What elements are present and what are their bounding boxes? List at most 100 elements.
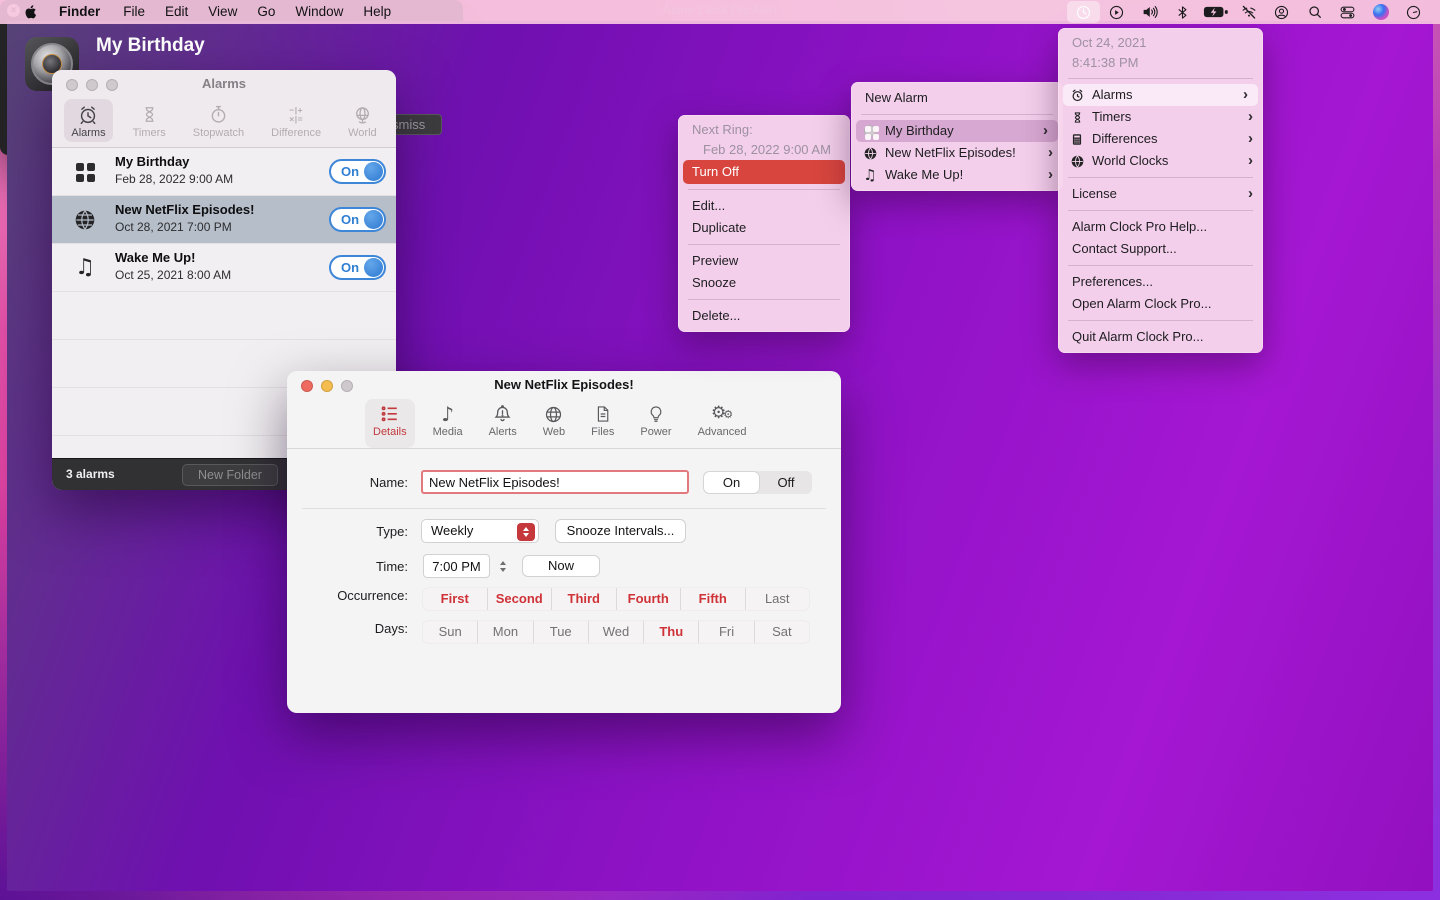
menu-item-turn-off[interactable]: Turn Off <box>683 160 845 184</box>
day-sat[interactable]: Sat <box>755 621 809 643</box>
alarm-toggle[interactable]: On <box>329 159 386 184</box>
siri-menu-extra[interactable] <box>1364 1 1397 23</box>
zoom-button[interactable] <box>106 79 118 91</box>
day-mon[interactable]: Mon <box>478 621 533 643</box>
zoom-button[interactable] <box>341 380 353 392</box>
day-thu[interactable]: Thu <box>644 621 699 643</box>
menu-go[interactable]: Go <box>247 0 285 24</box>
apple-menu[interactable] <box>16 3 46 21</box>
occurrence-first[interactable]: First <box>423 588 488 610</box>
alarm-row-my-birthday[interactable]: My Birthday Feb 28, 2022 9:00 AM On <box>52 148 396 196</box>
new-alarm-menu: New Alarm My Birthday › New NetFlix Epis… <box>851 82 1063 191</box>
new-folder-button[interactable]: New Folder <box>182 464 278 486</box>
volume-menu-extra[interactable] <box>1133 1 1166 23</box>
day-tue[interactable]: Tue <box>534 621 589 643</box>
spotlight-menu-extra[interactable] <box>1298 1 1331 23</box>
play-menu-extra[interactable] <box>1100 1 1133 23</box>
menu-item-delete[interactable]: Delete... <box>678 305 850 327</box>
menu-item-duplicate[interactable]: Duplicate <box>678 217 850 239</box>
menu-item-wake-me-up[interactable]: ♫ Wake Me Up! › <box>851 164 1063 186</box>
bluetooth-menu-extra[interactable] <box>1166 1 1199 23</box>
occurrence-fifth[interactable]: Fifth <box>681 588 746 610</box>
toolbar-tab-label: World <box>348 127 377 139</box>
alarm-clock-pro-menu: Oct 24, 2021 8:41:38 PM Alarms › Timers … <box>1058 28 1263 353</box>
name-input[interactable] <box>421 470 689 494</box>
occurrence-third[interactable]: Third <box>552 588 617 610</box>
menu-item-license[interactable]: License › <box>1058 183 1263 205</box>
tab-alerts[interactable]: Alerts <box>481 399 525 448</box>
menu-item-world-clocks[interactable]: World Clocks › <box>1058 150 1263 172</box>
toolbar-tab-alarms[interactable]: Alarms <box>64 99 112 142</box>
toolbar-tab-timers[interactable]: Timers <box>126 99 173 142</box>
tab-files[interactable]: Files <box>583 399 622 448</box>
occurrence-fourth[interactable]: Fourth <box>617 588 682 610</box>
menu-item-open-app[interactable]: Open Alarm Clock Pro... <box>1058 293 1263 315</box>
menu-view[interactable]: View <box>198 0 247 24</box>
type-dropdown[interactable]: Weekly <box>421 519 539 543</box>
close-button[interactable] <box>66 79 78 91</box>
menu-edit[interactable]: Edit <box>155 0 198 24</box>
tab-power[interactable]: Power <box>632 399 679 448</box>
minimize-button[interactable] <box>86 79 98 91</box>
submenu-chevron-icon: › <box>1048 142 1053 163</box>
toolbar-tab-stopwatch[interactable]: Stopwatch <box>186 99 251 142</box>
tab-details[interactable]: Details <box>365 399 415 448</box>
menu-item-netflix[interactable]: New NetFlix Episodes! › <box>851 142 1063 164</box>
alarm-clock-menu-extra[interactable] <box>1067 1 1100 23</box>
battery-menu-extra[interactable] <box>1199 1 1232 23</box>
menu-item-new-alarm[interactable]: New Alarm <box>851 87 1063 109</box>
menu-item-snooze[interactable]: Snooze <box>678 272 850 294</box>
minimize-button[interactable] <box>321 380 333 392</box>
menu-item-timers[interactable]: Timers › <box>1058 106 1263 128</box>
time-input[interactable] <box>423 554 490 578</box>
toolbar-tab-label: Difference <box>271 127 321 139</box>
on-segment[interactable]: On <box>704 472 759 493</box>
menu-window[interactable]: Window <box>285 0 353 24</box>
alarm-toggle[interactable]: On <box>329 255 386 280</box>
menu-item-preview[interactable]: Preview <box>678 250 850 272</box>
lightbulb-icon <box>646 402 666 426</box>
day-fri[interactable]: Fri <box>699 621 754 643</box>
menu-item-help[interactable]: Alarm Clock Pro Help... <box>1058 216 1263 238</box>
clock-hand-icon <box>1405 4 1422 21</box>
day-sun[interactable]: Sun <box>423 621 478 643</box>
menu-finder[interactable]: Finder <box>46 0 113 24</box>
menu-separator <box>1068 177 1253 178</box>
traffic-lights <box>66 79 118 91</box>
time-stepper[interactable] <box>495 555 511 577</box>
control-center-menu-extra[interactable] <box>1331 1 1364 23</box>
tab-label: Alerts <box>489 426 517 438</box>
hourglass-icon <box>1069 109 1085 125</box>
alarm-row-wake-me-up[interactable]: ♫ Wake Me Up! Oct 25, 2021 8:00 AM On <box>52 244 396 292</box>
alarm-toggle[interactable]: On <box>329 207 386 232</box>
tab-advanced[interactable]: ⚙⚙ Advanced <box>690 399 755 448</box>
menu-item-edit[interactable]: Edit... <box>678 195 850 217</box>
wifi-menu-extra[interactable] <box>1232 1 1265 23</box>
menu-item-alarms[interactable]: Alarms › <box>1063 84 1258 106</box>
menu-item-differences[interactable]: Differences › <box>1058 128 1263 150</box>
submenu-chevron-icon: › <box>1043 120 1048 141</box>
clock-app-menu-extra[interactable] <box>1397 1 1430 23</box>
snooze-intervals-button[interactable]: Snooze Intervals... <box>555 519 686 543</box>
day-wed[interactable]: Wed <box>589 621 644 643</box>
menu-help[interactable]: Help <box>353 0 401 24</box>
close-button[interactable] <box>301 380 313 392</box>
on-off-segmented-control: On Off <box>703 471 812 494</box>
menu-separator <box>1068 210 1253 211</box>
menu-file[interactable]: File <box>113 0 155 24</box>
occurrence-last[interactable]: Last <box>746 588 810 610</box>
off-segment[interactable]: Off <box>760 471 812 494</box>
occurrence-second[interactable]: Second <box>488 588 553 610</box>
menu-item-contact-support[interactable]: Contact Support... <box>1058 238 1263 260</box>
toolbar-tab-world[interactable]: World <box>341 99 384 142</box>
user-menu-extra[interactable] <box>1265 1 1298 23</box>
alarm-row-netflix[interactable]: New NetFlix Episodes! Oct 28, 2021 7:00 … <box>52 196 396 244</box>
now-button[interactable]: Now <box>522 555 600 577</box>
menu-item-preferences[interactable]: Preferences... <box>1058 271 1263 293</box>
toolbar-tab-difference[interactable]: −|+×|= Difference <box>264 99 328 142</box>
menu-item-my-birthday[interactable]: My Birthday › <box>856 120 1058 142</box>
tab-media[interactable]: ♪ Media <box>425 399 471 448</box>
tab-web[interactable]: Web <box>535 399 573 448</box>
menu-item-quit[interactable]: Quit Alarm Clock Pro... <box>1058 326 1263 348</box>
days-segmented-control: Sun Mon Tue Wed Thu Fri Sat <box>423 621 809 643</box>
